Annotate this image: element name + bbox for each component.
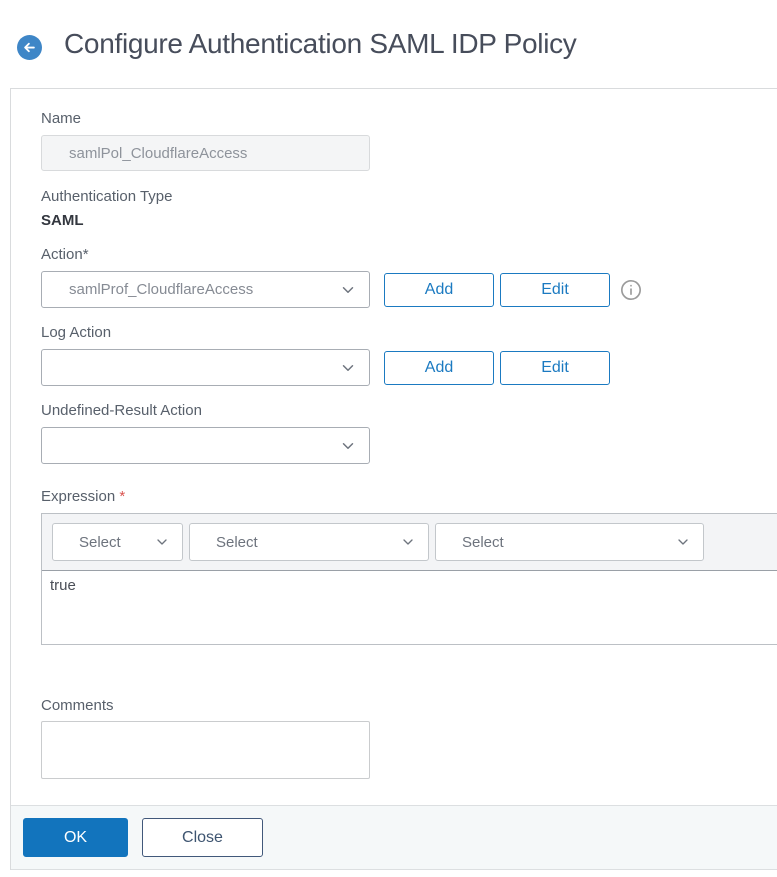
form-panel: Name Authentication Type SAML Action* sa… — [10, 88, 777, 870]
log-action-row: Add Edit — [41, 349, 777, 386]
expression-label-text: Expression — [41, 488, 116, 505]
ok-button[interactable]: OK — [23, 818, 128, 857]
chevron-down-icon — [400, 534, 416, 550]
action-select[interactable]: samlProf_CloudflareAccess — [41, 271, 370, 308]
action-add-button[interactable]: Add — [384, 272, 494, 307]
expression-input[interactable]: true — [42, 571, 777, 644]
authentication-type-label: Authentication Type — [41, 188, 173, 205]
log-action-add-button[interactable]: Add — [384, 350, 494, 385]
action-row: samlProf_CloudflareAccess Add Edit — [41, 271, 777, 308]
expression-select-2-value: Select — [216, 533, 258, 551]
expression-select-1[interactable]: Select — [52, 523, 183, 561]
chevron-down-icon — [339, 359, 357, 377]
expression-builder: Select Select Select true — [41, 513, 777, 645]
undefined-result-action-select[interactable] — [41, 427, 370, 464]
name-input[interactable] — [41, 135, 370, 171]
arrow-left-icon — [22, 40, 37, 55]
action-label: Action* — [41, 246, 89, 263]
name-label: Name — [41, 110, 82, 127]
action-select-value: samlProf_CloudflareAccess — [69, 281, 254, 298]
configure-saml-idp-policy-page: { "header": { "title": "Configure Authen… — [0, 0, 777, 877]
expression-builder-toolbar: Select Select Select — [42, 514, 777, 571]
chevron-down-icon — [339, 281, 357, 299]
log-action-label: Log Action — [41, 324, 112, 341]
log-action-select[interactable] — [41, 349, 370, 386]
form-content: Name Authentication Type SAML Action* sa… — [11, 89, 777, 784]
page-title: Configure Authentication SAML IDP Policy — [64, 28, 577, 59]
comments-label: Comments — [41, 697, 114, 714]
chevron-down-icon — [339, 437, 357, 455]
back-button[interactable] — [17, 35, 42, 60]
authentication-type-value: SAML — [41, 212, 84, 229]
chevron-down-icon — [675, 534, 691, 550]
undefined-result-action-label: Undefined-Result Action — [41, 402, 202, 419]
info-circle-icon[interactable] — [620, 279, 642, 301]
footer-action-bar: OK Close — [11, 805, 777, 870]
expression-select-1-value: Select — [79, 533, 121, 551]
log-action-edit-button[interactable]: Edit — [500, 350, 610, 385]
required-asterisk: * — [119, 488, 126, 505]
expression-select-3-value: Select — [462, 533, 504, 551]
expression-select-2[interactable]: Select — [189, 523, 429, 561]
page-header: Configure Authentication SAML IDP Policy — [0, 0, 777, 88]
expression-label: Expression * — [41, 488, 777, 506]
comments-input[interactable] — [41, 721, 370, 779]
chevron-down-icon — [154, 534, 170, 550]
action-edit-button[interactable]: Edit — [500, 272, 610, 307]
expression-select-3[interactable]: Select — [435, 523, 704, 561]
close-button[interactable]: Close — [142, 818, 263, 857]
